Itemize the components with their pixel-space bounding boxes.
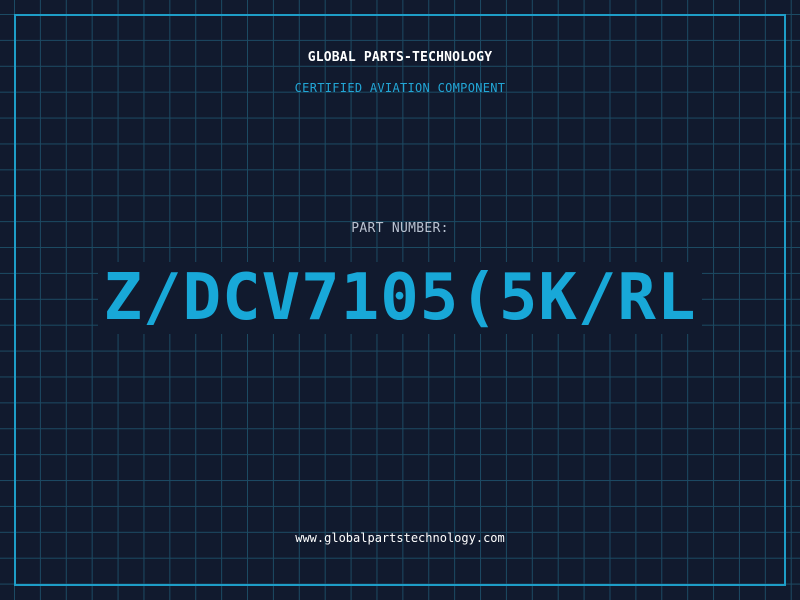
- part-number-value: Z/DCV7105(5K/RL: [97, 262, 703, 334]
- website-url: www.globalpartstechnology.com: [295, 531, 505, 545]
- company-name: GLOBAL PARTS-TECHNOLOGY: [307, 50, 493, 65]
- part-number-container: Z/DCV7105(5K/RL: [0, 262, 800, 334]
- certification-tagline: CERTIFIED AVIATION COMPONENT: [294, 81, 506, 95]
- part-card: GLOBAL PARTS-TECHNOLOGY CERTIFIED AVIATI…: [0, 0, 800, 600]
- part-number-label: PART NUMBER:: [351, 221, 449, 236]
